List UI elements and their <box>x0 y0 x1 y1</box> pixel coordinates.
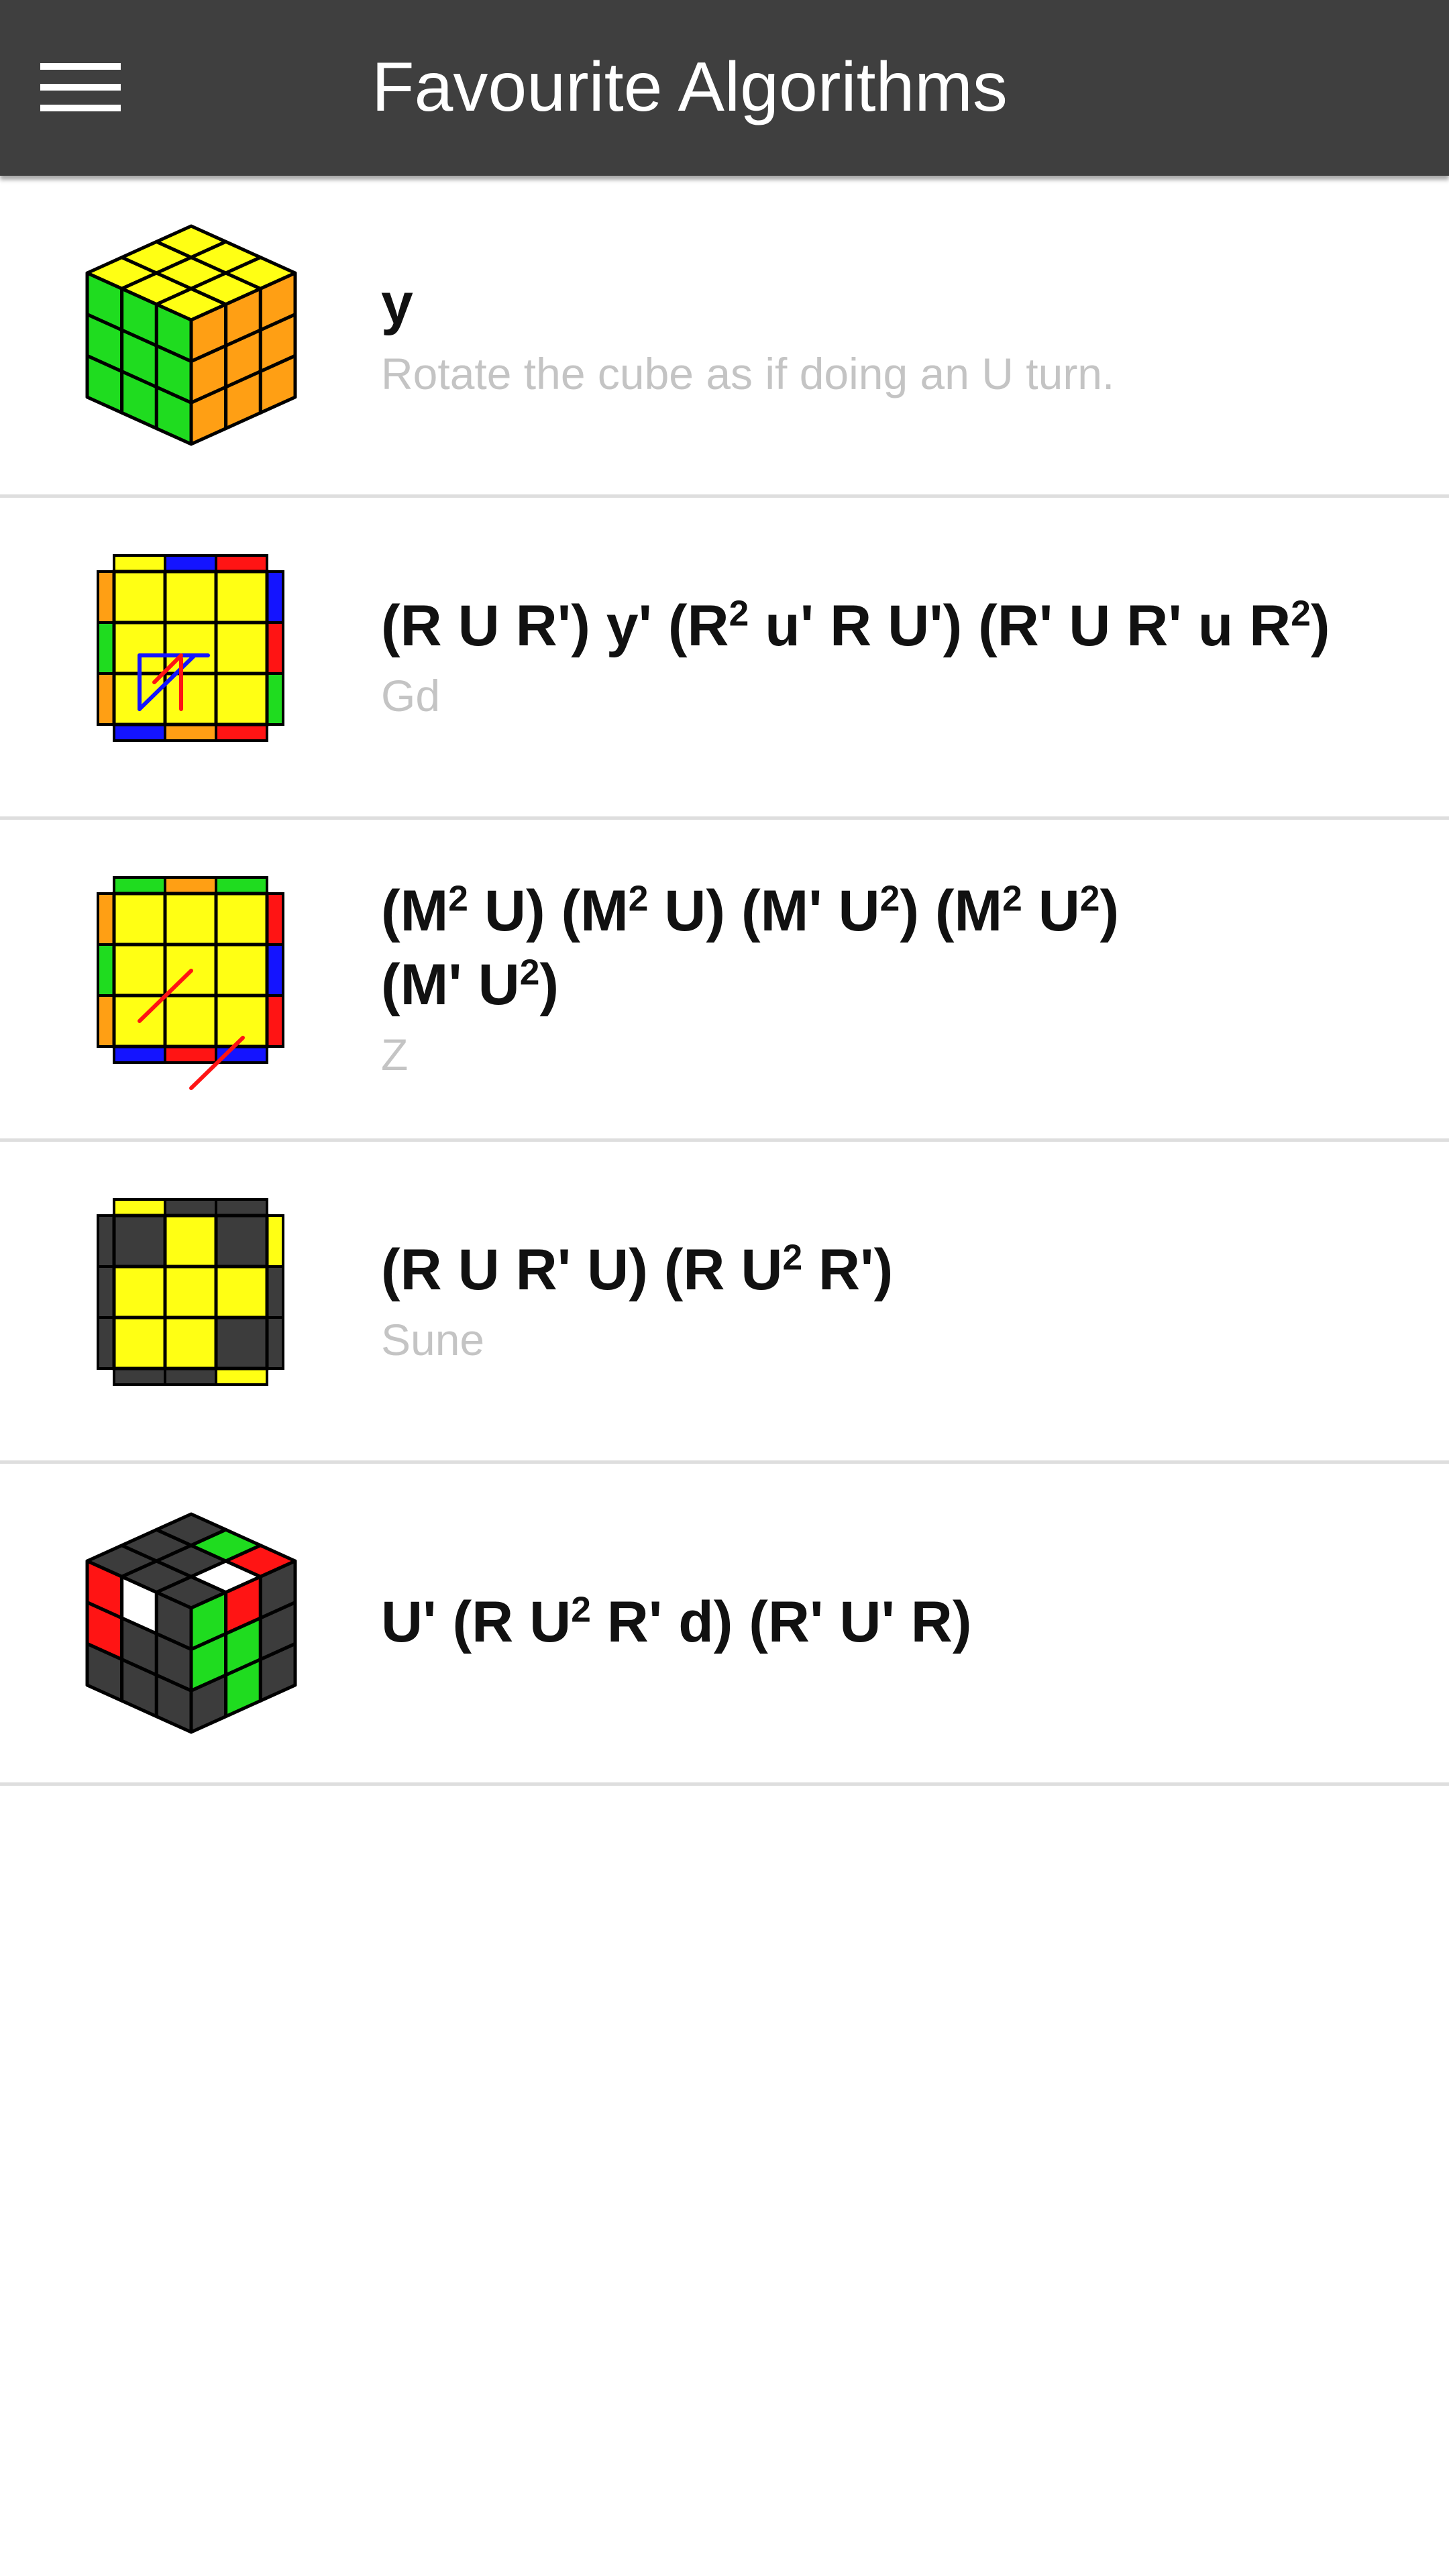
algorithm-notation: (R U R') y' (R2 u' R U') (R' U R' u R2) <box>381 593 1330 658</box>
hamburger-menu-icon[interactable] <box>34 54 127 121</box>
algorithm-notation: (R U R' U) (R U2 R') <box>381 1237 894 1302</box>
pll-gd-diagram <box>80 541 302 776</box>
algorithm-name: Sune <box>381 1314 485 1364</box>
algorithm-name: Z <box>381 1029 409 1079</box>
algorithm-item[interactable]: (R U R' U) (R U2 R') Sune <box>0 1142 1449 1464</box>
algorithm-name: Rotate the cube as if doing an U turn. <box>381 348 1115 398</box>
f2l-case-icon <box>80 1507 302 1742</box>
algorithm-item[interactable]: U' (R U2 R' d) (R' U' R) <box>0 1464 1449 1786</box>
algorithm-notation: U' (R U2 R' d) (R' U' R) <box>381 1589 972 1654</box>
pll-z-diagram <box>80 863 302 1098</box>
algorithm-notation: (M2 U) (M2 U) (M' U2) (M2 U2) (M' U2) <box>381 878 1120 1017</box>
page-title: Favourite Algorithms <box>372 48 1008 126</box>
cube-rotation-icon <box>80 219 302 454</box>
oll-sune-diagram <box>80 1185 302 1420</box>
algorithm-list: y Rotate the cube as if doing an U turn.… <box>0 176 1449 1786</box>
algorithm-notation: y <box>381 271 413 336</box>
algorithm-item[interactable]: y Rotate the cube as if doing an U turn. <box>0 176 1449 498</box>
algorithm-name: Gd <box>381 670 441 720</box>
algorithm-item[interactable]: (R U R') y' (R2 u' R U') (R' U R' u R2) … <box>0 498 1449 820</box>
algorithm-item[interactable]: (M2 U) (M2 U) (M' U2) (M2 U2) (M' U2) Z <box>0 820 1449 1142</box>
app-header: Favourite Algorithms <box>0 0 1449 176</box>
